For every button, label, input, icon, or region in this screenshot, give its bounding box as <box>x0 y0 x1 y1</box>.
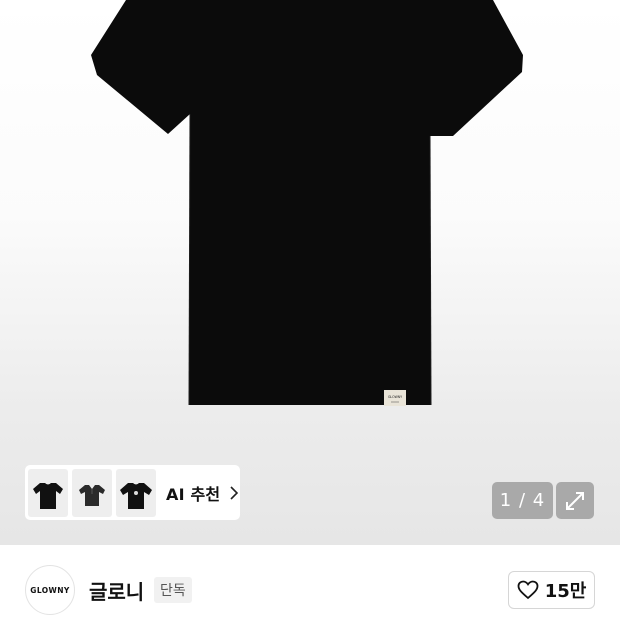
heart-outline-icon <box>517 580 539 600</box>
product-image-gallery[interactable]: GLOWNY AI 추천 1 / 4 <box>0 0 620 545</box>
product-main-image[interactable]: GLOWNY <box>0 0 620 420</box>
recommend-thumb-3[interactable] <box>116 468 156 517</box>
exclusive-badge: 단독 <box>154 577 192 603</box>
ai-recommend-panel[interactable]: AI 추천 <box>25 465 240 520</box>
like-button[interactable]: 15만 <box>508 571 595 609</box>
image-counter: 1 / 4 <box>492 482 553 519</box>
brand-logo-avatar[interactable]: GLOWNY <box>25 565 75 615</box>
ai-recommend-label[interactable]: AI 추천 <box>166 481 220 505</box>
recommend-thumb-1[interactable] <box>28 468 68 517</box>
garment-tag: GLOWNY <box>388 395 402 399</box>
brand-name-link[interactable]: 글로니 <box>89 576 144 605</box>
expand-button[interactable] <box>556 482 594 519</box>
chevron-right-icon <box>230 485 239 500</box>
brand-bar: GLOWNY 글로니 단독 15만 <box>0 545 620 620</box>
expand-arrows-icon <box>566 491 584 510</box>
like-count: 15만 <box>544 581 587 602</box>
brand-logo-text: GLOWNY <box>30 585 70 595</box>
recommend-thumb-2[interactable] <box>72 468 112 517</box>
